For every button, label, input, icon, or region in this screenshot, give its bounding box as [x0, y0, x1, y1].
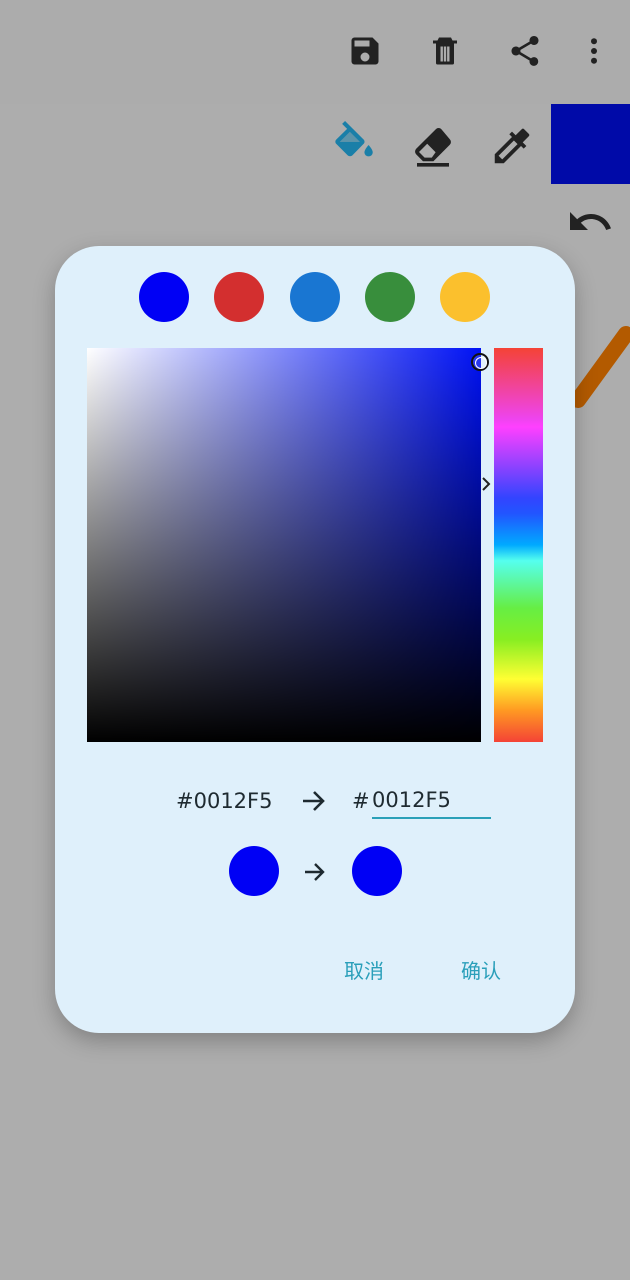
old-color-swatch	[229, 846, 279, 896]
color-picker-dialog: #0012F5 # 0012F5 取消 确认	[55, 246, 575, 1033]
hue-slider[interactable]	[494, 348, 543, 742]
preset-color-green[interactable]	[365, 272, 415, 322]
more-vert-icon[interactable]	[570, 27, 618, 75]
hex-input[interactable]: 0012F5	[372, 787, 491, 819]
arrow-right-icon	[300, 857, 330, 887]
old-hex-label: #0012F5	[176, 789, 273, 813]
preset-color-light-blue[interactable]	[290, 272, 340, 322]
preset-color-red[interactable]	[214, 272, 264, 322]
eyedropper-icon[interactable]	[484, 118, 540, 174]
current-color-swatch[interactable]	[551, 104, 630, 184]
confirm-button[interactable]: 确认	[461, 958, 501, 984]
new-color-swatch	[352, 846, 402, 896]
arrow-right-icon	[299, 786, 329, 816]
saturation-value-cursor[interactable]	[471, 353, 489, 371]
save-icon[interactable]	[341, 27, 389, 75]
eraser-icon[interactable]	[405, 118, 461, 174]
trash-icon[interactable]	[421, 27, 469, 75]
share-icon[interactable]	[501, 27, 549, 75]
fill-bucket-icon[interactable]	[326, 118, 382, 174]
preset-color-blue[interactable]	[139, 272, 189, 322]
app-bar	[0, 0, 630, 104]
hex-prefix: #	[352, 789, 370, 813]
hue-marker-chevron-right-icon[interactable]	[478, 474, 494, 494]
cancel-button[interactable]: 取消	[344, 958, 384, 984]
preset-color-yellow[interactable]	[440, 272, 490, 322]
undo-icon[interactable]	[562, 200, 618, 248]
saturation-value-picker[interactable]	[87, 348, 481, 742]
